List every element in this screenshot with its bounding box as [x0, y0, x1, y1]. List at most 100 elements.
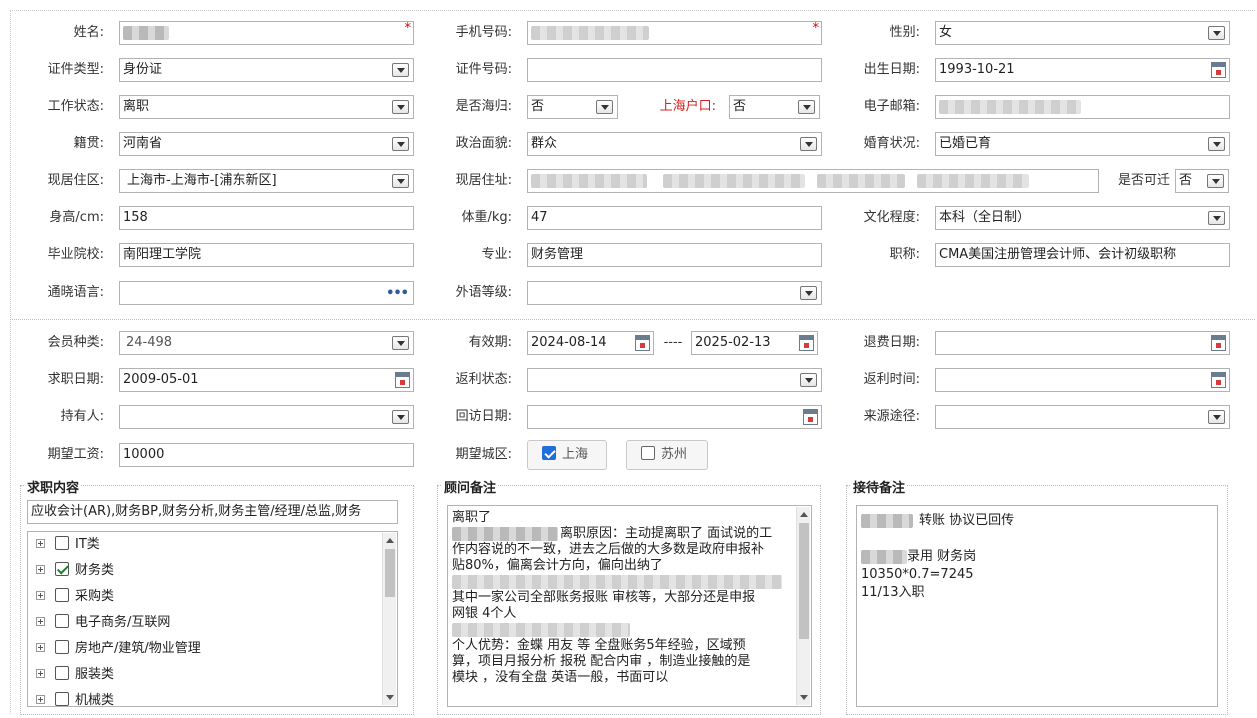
- calendar-icon[interactable]: [395, 372, 410, 388]
- weight-input[interactable]: 47: [527, 206, 822, 230]
- tree-item[interactable]: 机械类: [36, 691, 114, 706]
- consultant-notes-textarea[interactable]: 离职了 离职原因：主动提离职了 面试说的工 作内容说的不一致，进去之后做的大多数…: [447, 505, 812, 707]
- scroll-up-icon[interactable]: [800, 512, 808, 517]
- relocate-select[interactable]: 否: [1175, 169, 1229, 193]
- scroll-down-icon[interactable]: [386, 695, 394, 700]
- checkbox-checked-icon[interactable]: [55, 562, 69, 576]
- chevron-down-icon[interactable]: [1208, 26, 1225, 40]
- ellipsis-icon[interactable]: •••: [386, 283, 409, 304]
- job-content-summary[interactable]: 应收会计(AR),财务BP,财务分析,财务主管/经理/总监,财务: [27, 500, 398, 524]
- expand-plus-icon[interactable]: [36, 617, 45, 626]
- member-type-select[interactable]: 24-498: [119, 331, 414, 355]
- checkbox-unchecked-icon[interactable]: [55, 640, 69, 654]
- expand-plus-icon[interactable]: [36, 591, 45, 600]
- visit-date-input[interactable]: [527, 405, 822, 429]
- chevron-down-icon[interactable]: [1207, 174, 1224, 188]
- chevron-down-icon[interactable]: [1208, 137, 1225, 151]
- city-option-shanghai[interactable]: 上海: [527, 440, 607, 470]
- major-input[interactable]: 财务管理: [527, 243, 822, 267]
- job-title-input[interactable]: CMA美国注册管理会计师、会计初级职称: [935, 243, 1230, 267]
- tree-item[interactable]: IT类: [36, 535, 100, 555]
- checkbox-unchecked-icon[interactable]: [55, 692, 69, 706]
- expand-plus-icon[interactable]: [36, 669, 45, 678]
- height-input[interactable]: 158: [119, 206, 414, 230]
- checkbox-unchecked-icon[interactable]: [641, 446, 655, 460]
- tree-item[interactable]: 采购类: [36, 587, 114, 607]
- work-status-label: 工作状态:: [47, 99, 104, 114]
- rebate-time-input[interactable]: [935, 368, 1230, 392]
- chevron-down-icon[interactable]: [392, 174, 409, 188]
- school-input[interactable]: 南阳理工学院: [119, 243, 414, 267]
- tree-item[interactable]: 服装类: [36, 665, 114, 685]
- political-select[interactable]: 群众: [527, 132, 822, 156]
- id-number-input[interactable]: [527, 58, 822, 82]
- salary-input[interactable]: 10000: [119, 443, 414, 467]
- valid-to-input[interactable]: 2025-02-13: [691, 331, 818, 355]
- city-option-suzhou[interactable]: 苏州: [626, 440, 708, 470]
- apply-date-input[interactable]: 2009-05-01: [119, 368, 414, 392]
- tree-item[interactable]: 财务类: [36, 561, 114, 581]
- checkbox-unchecked-icon[interactable]: [55, 666, 69, 680]
- email-input[interactable]: [935, 95, 1230, 119]
- calendar-icon[interactable]: [1211, 335, 1226, 351]
- name-input[interactable]: *: [119, 21, 414, 45]
- chevron-down-icon[interactable]: [392, 63, 409, 77]
- holder-select[interactable]: [119, 405, 414, 429]
- chevron-down-icon[interactable]: [392, 410, 409, 424]
- chevron-down-icon[interactable]: [392, 137, 409, 151]
- notes-scrollbar[interactable]: [796, 507, 810, 705]
- education-select[interactable]: 本科（全日制）: [935, 206, 1230, 230]
- chevron-down-icon[interactable]: [596, 100, 613, 114]
- calendar-icon[interactable]: [635, 335, 650, 351]
- native-place-select[interactable]: 河南省: [119, 132, 414, 156]
- chevron-down-icon[interactable]: [800, 286, 817, 300]
- chevron-down-icon[interactable]: [392, 336, 409, 350]
- address-input[interactable]: [527, 169, 1099, 193]
- scroll-up-icon[interactable]: [386, 538, 394, 543]
- redacted-text: [452, 574, 782, 589]
- checkbox-checked-icon[interactable]: [542, 446, 556, 460]
- source-select[interactable]: [935, 405, 1230, 429]
- refund-date-input[interactable]: [935, 331, 1230, 355]
- returnee-value: 否: [531, 99, 545, 114]
- expand-plus-icon[interactable]: [36, 539, 45, 548]
- checkbox-unchecked-icon[interactable]: [55, 614, 69, 628]
- chevron-down-icon[interactable]: [798, 100, 815, 114]
- chevron-down-icon[interactable]: [392, 100, 409, 114]
- foreign-level-label: 外语等级:: [455, 285, 512, 300]
- calendar-icon[interactable]: [1211, 372, 1226, 388]
- birth-date-input[interactable]: 1993-10-21: [935, 58, 1230, 82]
- phone-input[interactable]: *: [527, 21, 822, 45]
- expand-plus-icon[interactable]: [36, 565, 45, 574]
- hukou-select[interactable]: 否: [729, 95, 820, 119]
- foreign-level-select[interactable]: [527, 281, 822, 305]
- checkbox-unchecked-icon[interactable]: [55, 588, 69, 602]
- reception-notes-textarea[interactable]: 转账 协议已回传 录用 财务岗 10350*0.7=7245 11/13入职: [856, 505, 1218, 707]
- calendar-icon[interactable]: [799, 335, 814, 351]
- id-type-select[interactable]: 身份证: [119, 58, 414, 82]
- language-input[interactable]: •••: [119, 281, 414, 305]
- chevron-down-icon[interactable]: [800, 137, 817, 151]
- work-status-select[interactable]: 离职: [119, 95, 414, 119]
- job-category-tree[interactable]: IT类 财务类 采购类 电子商务/互联网 房地产/建筑/物业管理 服装类 机械类: [27, 531, 398, 707]
- scroll-down-icon[interactable]: [800, 695, 808, 700]
- gender-select[interactable]: 女: [935, 21, 1230, 45]
- checkbox-unchecked-icon[interactable]: [55, 536, 69, 550]
- scroll-thumb[interactable]: [799, 523, 809, 639]
- expand-plus-icon[interactable]: [36, 643, 45, 652]
- residence-area-select[interactable]: 上海市-上海市-[浦东新区]: [119, 169, 414, 193]
- returnee-select[interactable]: 否: [527, 95, 618, 119]
- tree-scrollbar[interactable]: [382, 533, 396, 705]
- scroll-thumb[interactable]: [385, 549, 395, 597]
- rebate-status-select[interactable]: [527, 368, 822, 392]
- chevron-down-icon[interactable]: [800, 373, 817, 387]
- tree-item[interactable]: 电子商务/互联网: [36, 613, 170, 633]
- calendar-icon[interactable]: [1211, 62, 1226, 78]
- chevron-down-icon[interactable]: [1208, 410, 1225, 424]
- chevron-down-icon[interactable]: [1208, 211, 1225, 225]
- valid-from-input[interactable]: 2024-08-14: [527, 331, 654, 355]
- calendar-icon[interactable]: [803, 409, 818, 425]
- expand-plus-icon[interactable]: [36, 695, 45, 704]
- tree-item[interactable]: 房地产/建筑/物业管理: [36, 639, 201, 659]
- marital-select[interactable]: 已婚已育: [935, 132, 1230, 156]
